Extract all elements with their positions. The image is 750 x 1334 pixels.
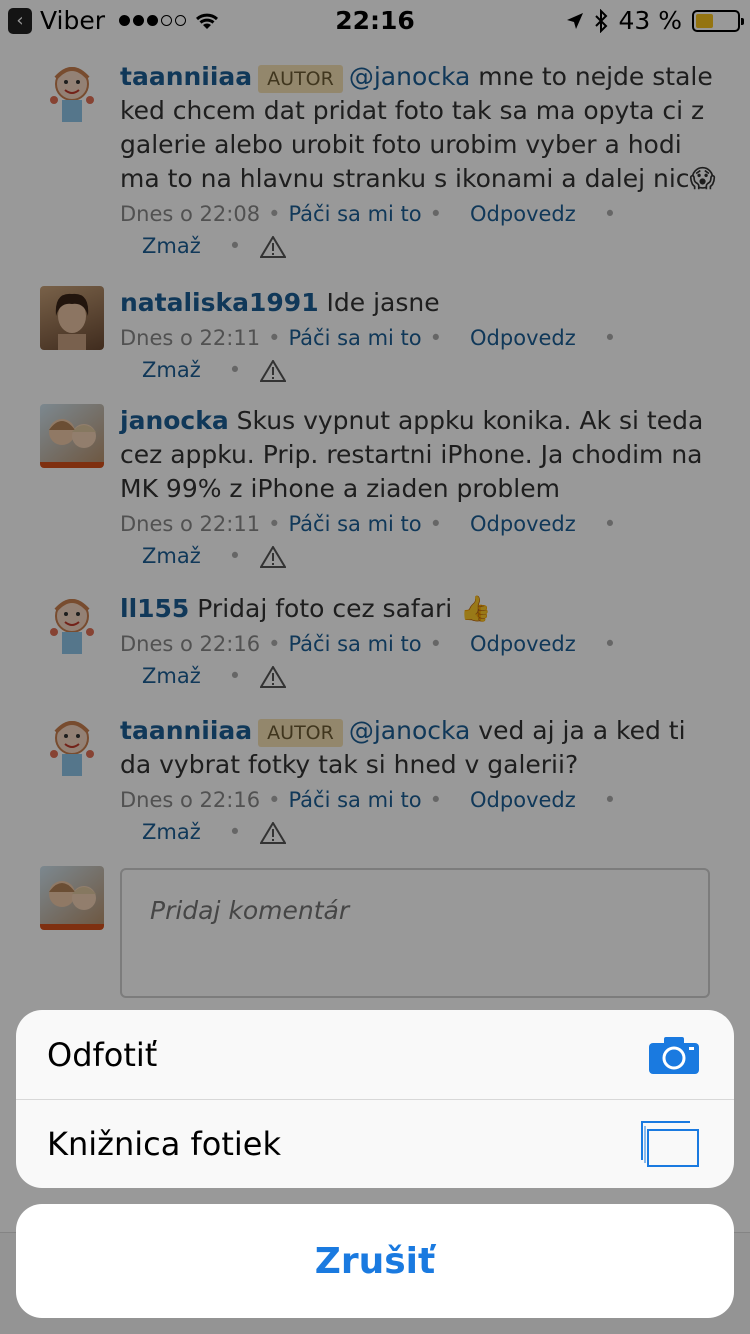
cancel-button[interactable]: Zrušiť — [16, 1204, 734, 1318]
camera-icon — [649, 1036, 699, 1074]
photo-action-sheet: Odfotiť Knižnica fotiek — [16, 1010, 734, 1188]
photo-library-icon — [641, 1121, 699, 1167]
take-photo-label: Odfotiť — [47, 1035, 158, 1074]
take-photo-option[interactable]: Odfotiť — [16, 1010, 734, 1099]
photo-library-option[interactable]: Knižnica fotiek — [16, 1099, 734, 1188]
photo-library-label: Knižnica fotiek — [47, 1125, 281, 1163]
